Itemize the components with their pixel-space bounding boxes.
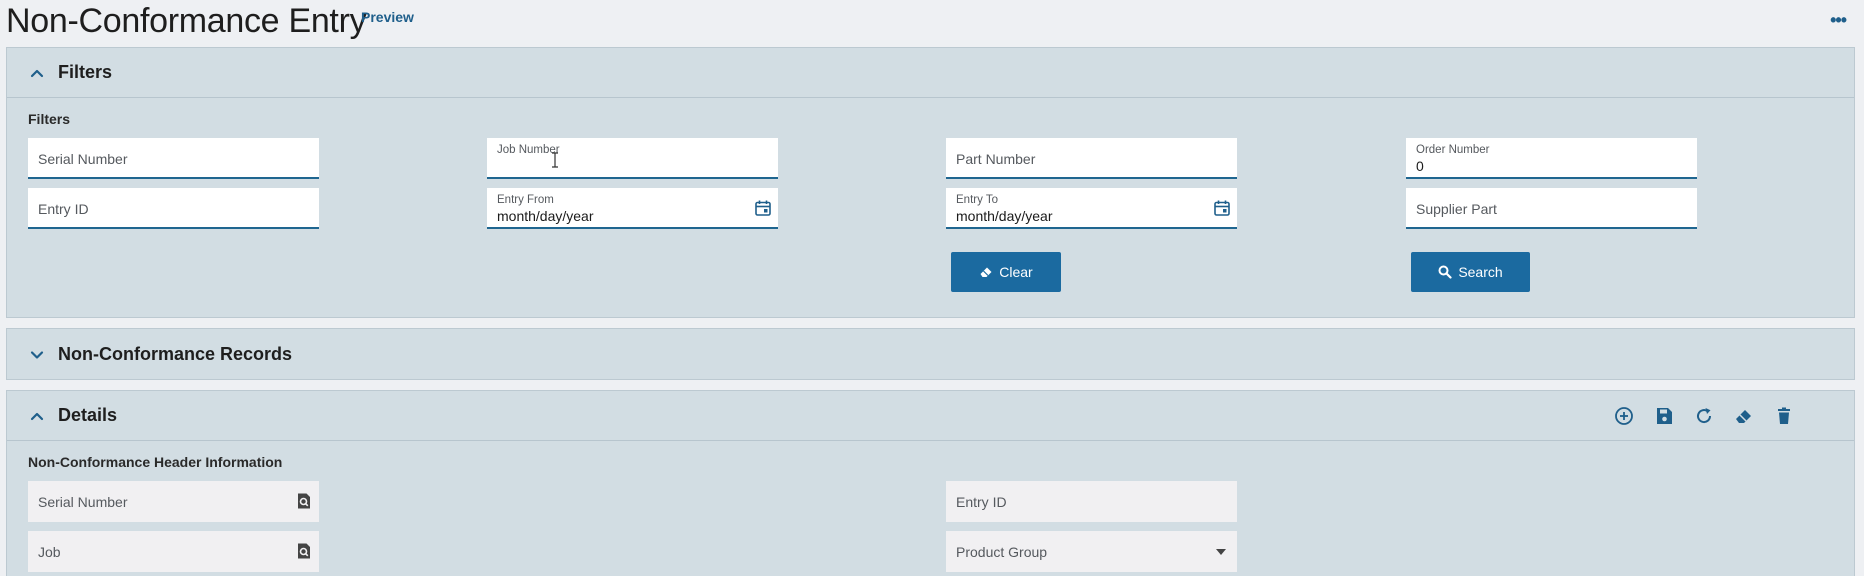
dropdown-arrow-icon[interactable] <box>1215 548 1227 556</box>
chevron-down-icon[interactable] <box>29 347 45 363</box>
save-icon[interactable] <box>1653 405 1675 427</box>
details-panel-header[interactable]: Details <box>7 391 1854 441</box>
delete-icon[interactable] <box>1773 405 1795 427</box>
entry-id-placeholder: Entry ID <box>956 494 1007 510</box>
product-group-select[interactable]: Product Group <box>946 531 1237 572</box>
search-button[interactable]: Search <box>1411 252 1530 292</box>
page-title: Non-Conformance Entry <box>6 2 367 40</box>
entry-from-date-input[interactable]: Entry From month/day/year <box>487 188 778 229</box>
entry-id-detail-input[interactable]: Entry ID <box>946 481 1237 522</box>
entry-id-filter-input[interactable]: Entry ID <box>28 188 319 229</box>
entry-to-value: month/day/year <box>956 208 1053 224</box>
serial-number-lookup-input[interactable]: Serial Number <box>28 481 319 522</box>
add-icon[interactable] <box>1613 405 1635 427</box>
product-group-placeholder: Product Group <box>956 544 1048 560</box>
supplier-part-filter-input[interactable]: Supplier Part <box>1406 188 1697 229</box>
serial-number-filter-input[interactable]: Serial Number <box>28 138 319 179</box>
clear-button-label: Clear <box>999 264 1033 280</box>
job-lookup-input[interactable]: Job <box>28 531 319 572</box>
records-panel-title: Non-Conformance Records <box>58 344 293 364</box>
order-number-value: 0 <box>1416 158 1424 174</box>
calendar-icon[interactable] <box>754 199 772 217</box>
records-panel: Non-Conformance Records <box>6 328 1855 380</box>
eraser-icon <box>980 267 992 277</box>
entry-to-date-input[interactable]: Entry To month/day/year <box>946 188 1237 229</box>
part-number-placeholder: Part Number <box>956 151 1036 167</box>
order-number-filter-input[interactable]: Order Number 0 <box>1406 138 1697 179</box>
serial-number-placeholder: Serial Number <box>38 494 128 510</box>
refresh-icon[interactable] <box>1693 405 1715 427</box>
filters-panel-header[interactable]: Filters <box>7 48 1854 98</box>
preview-badge[interactable]: Preview <box>361 9 414 25</box>
eraser-icon[interactable] <box>1733 405 1755 427</box>
filters-panel-title: Filters <box>58 62 113 82</box>
part-number-filter-input[interactable]: Part Number <box>946 138 1237 179</box>
entry-from-label: Entry From <box>497 194 554 206</box>
calendar-icon[interactable] <box>1213 199 1231 217</box>
order-number-label: Order Number <box>1416 144 1490 156</box>
details-panel-title: Details <box>58 405 118 425</box>
entry-id-placeholder: Entry ID <box>38 201 89 217</box>
lookup-icon[interactable] <box>295 542 313 560</box>
search-icon <box>1438 265 1452 279</box>
details-panel: Details Non-Conformance Header Informati… <box>6 390 1855 576</box>
text-cursor-icon <box>552 152 558 168</box>
more-options-icon[interactable]: ••• <box>1830 10 1847 31</box>
job-number-filter-input[interactable]: Job Number <box>487 138 778 179</box>
chevron-up-icon[interactable] <box>29 408 45 424</box>
entry-to-label: Entry To <box>956 194 998 206</box>
clear-button[interactable]: Clear <box>951 252 1061 292</box>
job-placeholder: Job <box>38 544 61 560</box>
chevron-up-icon[interactable] <box>29 65 45 81</box>
lookup-icon[interactable] <box>295 492 313 510</box>
supplier-part-placeholder: Supplier Part <box>1416 201 1497 217</box>
header-information-label: Non-Conformance Header Information <box>28 454 283 470</box>
entry-from-value: month/day/year <box>497 208 594 224</box>
filters-section-label: Filters <box>28 111 71 127</box>
records-panel-header[interactable]: Non-Conformance Records <box>7 329 1854 379</box>
filters-panel: Filters Filters Serial Number Job Number… <box>6 47 1855 318</box>
serial-number-placeholder: Serial Number <box>38 151 128 167</box>
search-button-label: Search <box>1458 264 1503 280</box>
